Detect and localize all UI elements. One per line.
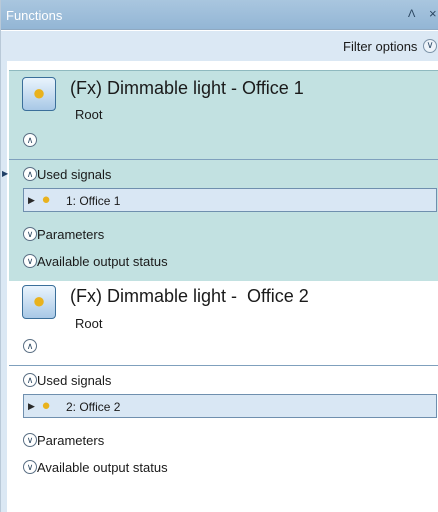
panel-titlebar: Functions Ʌ × [1, 0, 438, 30]
signal-text: 2: Office 2 [66, 400, 121, 414]
signal-row-office-1[interactable]: ▶ ● 1: Office 1 [23, 188, 437, 212]
parameters-label: Parameters [37, 433, 105, 448]
parameters-toggle[interactable]: ∨ [23, 227, 37, 241]
lightbulb-icon: ● [41, 397, 51, 414]
filter-options-label[interactable]: Filter options [343, 39, 417, 54]
output-status-label: Available output status [37, 460, 168, 475]
row-expand-arrow-icon[interactable]: ▶ [28, 401, 35, 412]
collapse-function-button[interactable]: ∧ [23, 133, 37, 147]
function-title: (Fx) Dimmable light - Office 1 [70, 78, 304, 98]
function-root: Root [75, 107, 103, 122]
parameters-toggle[interactable]: ∨ [23, 433, 37, 447]
output-status-toggle[interactable]: ∨ [23, 254, 37, 268]
lightbulb-icon: ● [41, 191, 51, 208]
filter-chevron-icon[interactable]: ∨ [423, 39, 437, 53]
row-expand-arrow-icon[interactable]: ▶ [28, 195, 35, 206]
used-signals-label: Used signals [37, 167, 112, 182]
filter-bar: Filter options ∨ [1, 31, 438, 61]
panel-title: Functions [6, 8, 63, 23]
used-signals-toggle[interactable]: ∧ [23, 373, 37, 387]
lightbulb-icon: ● [22, 285, 56, 319]
separator [9, 159, 438, 160]
left-strip [1, 61, 7, 512]
function-title: (Fx) Dimmable light - Office 2 [70, 286, 309, 306]
pin-icon[interactable]: Ʌ [408, 8, 415, 20]
output-status-label: Available output status [37, 254, 168, 269]
parameters-label: Parameters [37, 227, 105, 242]
close-icon[interactable]: × [429, 6, 437, 21]
output-status-toggle[interactable]: ∨ [23, 460, 37, 474]
used-signals-label: Used signals [37, 373, 112, 388]
function-block-office-2[interactable]: ● (Fx) Dimmable light - Office 2 Root ∧ … [9, 281, 438, 512]
functions-panel: Functions Ʌ × Filter options ∨ ● (Fx) Di… [0, 0, 438, 512]
signal-text: 1: Office 1 [66, 194, 121, 208]
function-block-office-1[interactable]: ● (Fx) Dimmable light - Office 1 Root ∧ … [2, 70, 438, 281]
collapse-function-button[interactable]: ∧ [23, 339, 37, 353]
lightbulb-icon: ● [22, 77, 56, 111]
signal-row-office-2[interactable]: ▶ ● 2: Office 2 [23, 394, 437, 418]
expand-arrow-icon: ▶ [2, 169, 9, 178]
used-signals-toggle[interactable]: ∧ [23, 167, 37, 181]
function-root: Root [75, 316, 103, 331]
separator [9, 365, 438, 366]
